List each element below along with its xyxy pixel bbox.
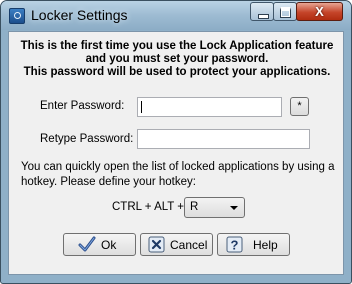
cancel-label: Cancel [170,238,208,252]
intro-message: This is the first time you use the Lock … [9,40,345,79]
dialog-body: This is the first time you use the Lock … [8,31,344,275]
intro-line-3: This password will be used to protect yo… [23,66,331,78]
hotkey-hint: You can quickly open the list of locked … [21,160,341,190]
svg-text:?: ? [231,238,239,253]
dropdown-arrow-icon [230,206,238,210]
cancel-button[interactable]: Cancel [140,233,213,256]
hotkey-prefix: CTRL + ALT + [112,201,185,213]
enter-password-label: Enter Password: [40,100,125,112]
x-icon [148,236,165,253]
question-icon: ? [226,236,243,253]
minimize-icon [258,14,269,19]
retype-password-input[interactable] [137,129,310,149]
retype-password-label: Retype Password: [40,133,134,145]
maximize-button[interactable] [273,2,297,21]
minimize-button[interactable] [250,2,274,21]
hotkey-hint-line-1: You can quickly open the list of locked … [21,161,335,173]
hotkey-select[interactable]: R [184,197,245,218]
enter-password-input[interactable] [137,97,282,117]
hotkey-selected-value: R [190,201,199,213]
close-button[interactable]: X [296,2,343,21]
title-bar[interactable]: Locker Settings X [1,1,351,30]
locker-settings-window: Locker Settings X This is the first time… [0,0,352,284]
checkmark-icon [78,236,96,252]
intro-line-1: This is the first time you use the Lock … [20,40,334,52]
help-label: Help [253,238,278,252]
ok-button[interactable]: Ok [63,233,136,256]
maximize-icon [280,7,291,18]
intro-line-2: and you must set your password. [85,53,269,65]
help-button[interactable]: ? Help [217,233,290,256]
reveal-password-button[interactable]: * [290,97,309,116]
app-lock-icon [9,8,25,24]
hotkey-hint-line-2: hotkey. Please define your hotkey: [21,176,196,188]
ok-label: Ok [101,238,117,252]
close-icon: X [315,4,324,19]
text-caret [141,101,142,113]
window-title: Locker Settings [31,7,128,23]
